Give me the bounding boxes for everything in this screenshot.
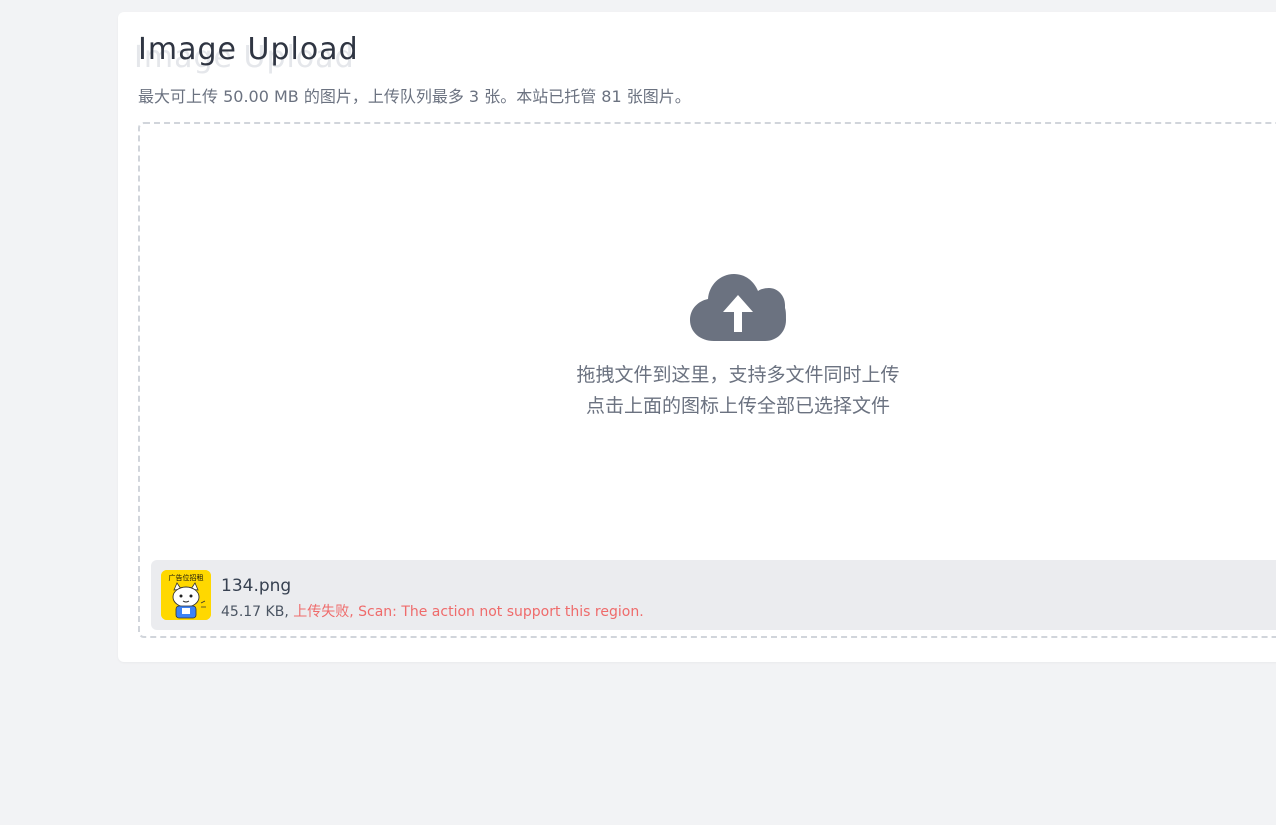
file-thumbnail: 广告位招租 [161, 570, 211, 620]
file-queue-item: 广告位招租 134.png 45.17 KB, 上传失败, Scan: The … [151, 560, 1276, 630]
dropzone-click-hint: 点击上面的图标上传全部已选择文件 [585, 395, 890, 417]
cat-mascot-icon: 广告位招租 [161, 570, 211, 620]
dropzone-drag-hint: 拖拽文件到这里，支持多文件同时上传 [576, 364, 900, 386]
thumbnail-ad-text: 广告位招租 [169, 573, 204, 582]
file-size: 45.17 KB, [221, 604, 289, 620]
upload-card: Image Upload Image Upload 最大可上传 50.00 MB… [118, 12, 1276, 662]
upload-dropzone[interactable]: 拖拽文件到这里，支持多文件同时上传 点击上面的图标上传全部已选择文件 广告位招租 [138, 122, 1276, 638]
upload-limits-text: 最大可上传 50.00 MB 的图片，上传队列最多 3 张。本站已托管 81 张… [138, 87, 691, 106]
upload-error-status: 上传失败, Scan: The action not support this … [293, 604, 644, 620]
file-meta: 45.17 KB, 上传失败, Scan: The action not sup… [221, 601, 644, 621]
page-title: Image Upload [138, 32, 359, 67]
dropzone-prompt: 拖拽文件到这里，支持多文件同时上传 点击上面的图标上传全部已选择文件 [538, 274, 938, 422]
cloud-upload-icon[interactable] [690, 274, 786, 342]
file-name: 134.png [221, 576, 292, 596]
page-title-wrap: Image Upload Image Upload [134, 32, 359, 75]
